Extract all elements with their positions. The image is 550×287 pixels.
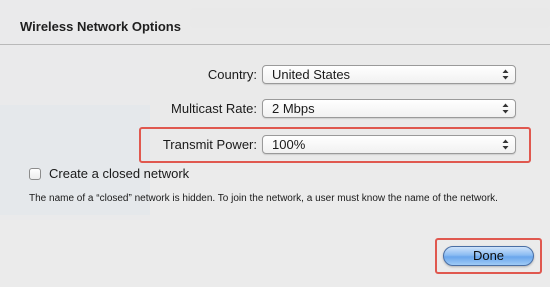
closed-network-label[interactable]: Create a closed network — [49, 166, 189, 181]
up-down-chevron-icon — [502, 138, 509, 151]
closed-network-checkbox[interactable] — [29, 168, 41, 180]
transmit-power-label: Transmit Power: — [162, 137, 257, 152]
done-button[interactable]: Done — [443, 246, 534, 266]
closed-network-help-text: The name of a “closed” network is hidden… — [29, 193, 498, 204]
multicast-rate-popup[interactable]: 2 Mbps — [262, 99, 516, 118]
title-divider — [0, 44, 550, 45]
country-label: Country: — [207, 67, 257, 82]
up-down-chevron-icon — [502, 68, 509, 81]
multicast-rate-label: Multicast Rate: — [171, 101, 257, 116]
country-value: United States — [272, 67, 351, 82]
country-popup[interactable]: United States — [262, 65, 516, 84]
sheet-title: Wireless Network Options — [20, 19, 181, 34]
transmit-power-value: 100% — [272, 137, 306, 152]
transmit-power-popup[interactable]: 100% — [262, 135, 516, 154]
wireless-network-options-sheet: Wireless Network Options Country: United… — [0, 0, 550, 287]
up-down-chevron-icon — [502, 102, 509, 115]
multicast-rate-value: 2 Mbps — [272, 101, 315, 116]
